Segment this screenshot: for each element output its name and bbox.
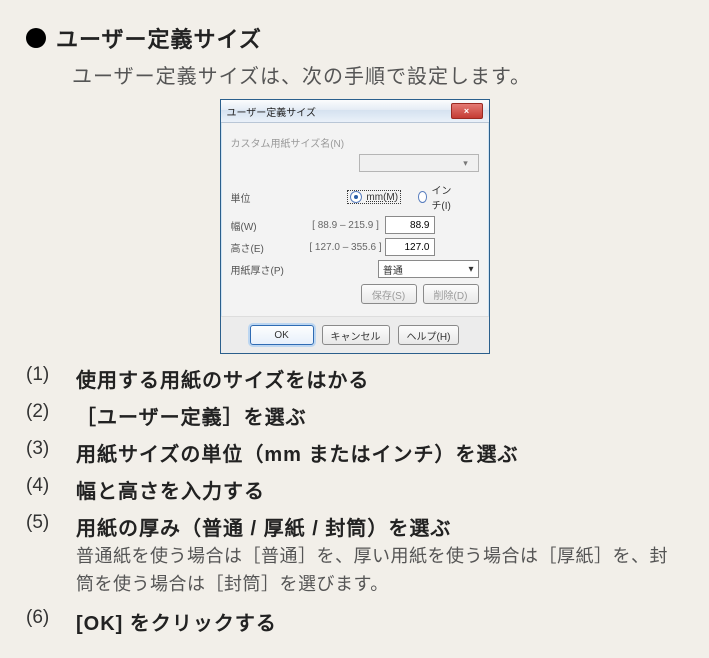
save-button[interactable]: 保存(S) — [361, 284, 417, 304]
dialog-titlebar: ユーザー定義サイズ × — [221, 100, 489, 123]
size-name-select[interactable]: ▾ — [359, 154, 479, 172]
section-lead: ユーザー定義サイズは、次の手順で設定します。 — [72, 60, 683, 89]
user-defined-size-dialog: ユーザー定義サイズ × カスタム用紙サイズ名(N) ▾ 単位 — [220, 99, 490, 354]
height-input[interactable] — [385, 238, 435, 256]
width-hint: [ 88.9 – 215.9 ] — [307, 220, 385, 231]
thickness-row: 用紙厚さ(P) 普通 ▾ — [231, 260, 479, 278]
list-item: (4) 幅と高さを入力する — [26, 475, 683, 504]
height-hint: [ 127.0 – 355.6 ] — [307, 242, 385, 253]
unit-inch-label: インチ(I) — [431, 182, 460, 212]
radio-icon — [350, 191, 362, 203]
save-delete-row: 保存(S) 削除(D) — [231, 284, 479, 304]
width-row: 幅(W) [ 88.9 – 215.9 ] — [231, 216, 479, 234]
step-title: 使用する用紙のサイズをはかる — [76, 364, 683, 393]
document-page: ユーザー定義サイズ ユーザー定義サイズは、次の手順で設定します。 ユーザー定義サ… — [0, 0, 709, 658]
thickness-label: 用紙厚さ(P) — [231, 262, 303, 277]
step-description: 普通紙を使う場合は［普通］を、厚い用紙を使う場合は［厚紙］を、封筒を使う場合は［… — [76, 543, 683, 599]
delete-button[interactable]: 削除(D) — [423, 284, 479, 304]
step-number: (5) — [26, 512, 64, 599]
step-title: ［ユーザー定義］を選ぶ — [76, 401, 683, 430]
chevron-down-icon: ▾ — [458, 158, 474, 169]
list-item: (6) [OK] をクリックする — [26, 607, 683, 636]
size-name-row: カスタム用紙サイズ名(N) ▾ — [231, 135, 479, 172]
dialog-footer: OK キャンセル ヘルプ(H) — [221, 316, 489, 353]
list-item: (5) 用紙の厚み（普通 / 厚紙 / 封筒）を選ぶ 普通紙を使う場合は［普通］… — [26, 512, 683, 599]
step-number: (6) — [26, 607, 64, 636]
unit-mm-radio[interactable]: mm(M) — [348, 191, 400, 203]
step-number: (1) — [26, 364, 64, 393]
step-number: (2) — [26, 401, 64, 430]
width-input[interactable] — [385, 216, 435, 234]
unit-inch-radio[interactable]: インチ(I) — [418, 182, 460, 212]
step-number: (3) — [26, 438, 64, 467]
dialog-title: ユーザー定義サイズ — [227, 104, 317, 119]
close-icon: × — [464, 106, 469, 116]
step-list: (1) 使用する用紙のサイズをはかる (2) ［ユーザー定義］を選ぶ (3) 用… — [26, 364, 683, 636]
step-title: 用紙の厚み（普通 / 厚紙 / 封筒）を選ぶ — [76, 512, 683, 541]
height-row: 高さ(E) [ 127.0 – 355.6 ] — [231, 238, 479, 256]
step-number: (4) — [26, 475, 64, 504]
thickness-select[interactable]: 普通 ▾ — [378, 260, 479, 278]
list-item: (3) 用紙サイズの単位（mm またはインチ）を選ぶ — [26, 438, 683, 467]
chevron-down-icon: ▾ — [468, 264, 473, 275]
width-label: 幅(W) — [231, 218, 307, 233]
list-item: (2) ［ユーザー定義］を選ぶ — [26, 401, 683, 430]
cancel-button[interactable]: キャンセル — [322, 325, 390, 345]
section-title: ユーザー定義サイズ — [56, 22, 262, 54]
section-heading: ユーザー定義サイズ — [26, 22, 683, 54]
ok-button[interactable]: OK — [250, 325, 314, 345]
close-button[interactable]: × — [451, 103, 483, 119]
unit-mm-label: mm(M) — [366, 192, 398, 203]
dialog-body: カスタム用紙サイズ名(N) ▾ 単位 mm(M) — [221, 123, 489, 316]
dialog-screenshot: ユーザー定義サイズ × カスタム用紙サイズ名(N) ▾ 単位 — [26, 99, 683, 354]
height-label: 高さ(E) — [231, 240, 307, 255]
radio-icon — [418, 191, 427, 203]
step-title: [OK] をクリックする — [76, 607, 683, 636]
list-item: (1) 使用する用紙のサイズをはかる — [26, 364, 683, 393]
unit-label: 単位 — [231, 190, 289, 205]
step-title: 幅と高さを入力する — [76, 475, 683, 504]
thickness-value: 普通 — [383, 262, 403, 277]
unit-row: 単位 mm(M) インチ(I) — [231, 182, 479, 212]
bullet-icon — [26, 28, 46, 48]
help-button[interactable]: ヘルプ(H) — [398, 325, 460, 345]
step-title: 用紙サイズの単位（mm またはインチ）を選ぶ — [76, 438, 683, 467]
size-name-label: カスタム用紙サイズ名(N) — [231, 135, 345, 150]
